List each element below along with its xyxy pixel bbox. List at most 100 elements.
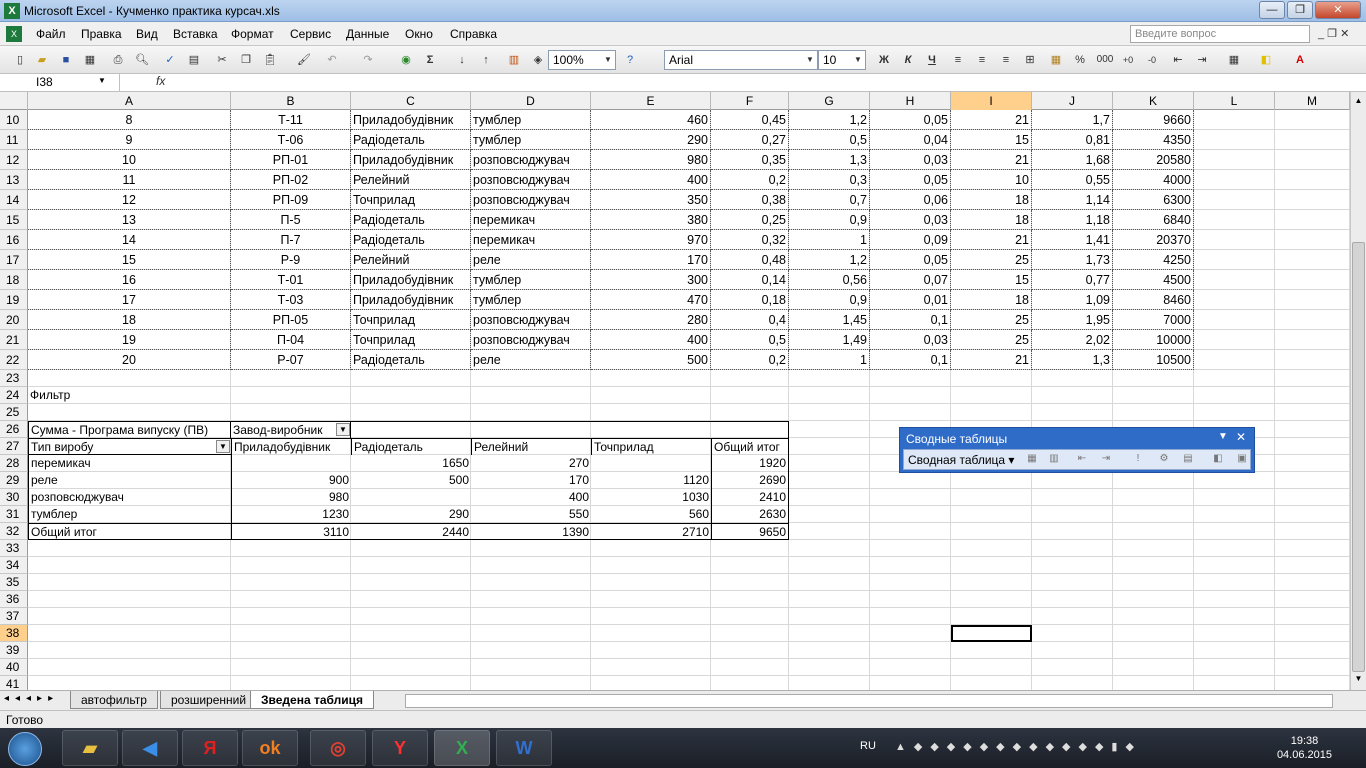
table-cell[interactable]: розповсюджувач bbox=[471, 310, 591, 330]
table-cell[interactable]: 19 bbox=[28, 330, 231, 350]
menu-view[interactable]: Вид bbox=[136, 27, 158, 41]
pivot-value-cell[interactable] bbox=[591, 455, 711, 472]
table-cell[interactable]: 460 bbox=[591, 110, 711, 130]
minimize-button[interactable]: — bbox=[1259, 1, 1285, 19]
table-cell[interactable]: 0,4 bbox=[711, 310, 789, 330]
pivot-value-cell[interactable]: 400 bbox=[471, 489, 591, 506]
table-cell[interactable]: 0,14 bbox=[711, 270, 789, 290]
table-cell[interactable]: Т-11 bbox=[231, 110, 351, 130]
table-cell[interactable]: 10000 bbox=[1113, 330, 1194, 350]
open-icon[interactable]: ▰ bbox=[34, 52, 50, 68]
table-cell[interactable]: 10 bbox=[951, 170, 1032, 190]
menu-window[interactable]: Окно bbox=[405, 27, 433, 41]
menu-help[interactable]: Справка bbox=[450, 27, 497, 41]
table-cell[interactable]: 0,06 bbox=[870, 190, 951, 210]
row-header-30[interactable]: 30 bbox=[0, 489, 28, 506]
table-cell[interactable]: 0,35 bbox=[711, 150, 789, 170]
table-cell[interactable]: РП-05 bbox=[231, 310, 351, 330]
table-cell[interactable]: 4350 bbox=[1113, 130, 1194, 150]
table-cell[interactable]: 20370 bbox=[1113, 230, 1194, 250]
table-cell[interactable]: тумблер bbox=[471, 270, 591, 290]
table-cell[interactable]: 980 bbox=[591, 150, 711, 170]
table-cell[interactable]: 970 bbox=[591, 230, 711, 250]
active-cell[interactable] bbox=[951, 625, 1032, 642]
table-cell[interactable]: 16 bbox=[28, 270, 231, 290]
table-cell[interactable]: 18 bbox=[951, 210, 1032, 230]
chart-wizard-icon[interactable]: ▥ bbox=[1046, 453, 1062, 468]
pivot-value-cell[interactable]: 2410 bbox=[711, 489, 789, 506]
table-cell[interactable]: тумблер bbox=[471, 110, 591, 130]
select-all-corner[interactable] bbox=[0, 92, 28, 110]
table-cell[interactable]: Приладобудівник bbox=[351, 150, 471, 170]
word-task[interactable]: W bbox=[496, 730, 552, 766]
row-header-14[interactable]: 14 bbox=[0, 190, 28, 210]
table-cell[interactable]: 9 bbox=[28, 130, 231, 150]
table-cell[interactable]: 15 bbox=[951, 270, 1032, 290]
pivot-value-cell[interactable]: 900 bbox=[231, 472, 351, 489]
table-cell[interactable]: 0,01 bbox=[870, 290, 951, 310]
table-cell[interactable]: Р-9 bbox=[231, 250, 351, 270]
chrome-task[interactable]: ◎ bbox=[310, 730, 366, 766]
row-header-10[interactable]: 10 bbox=[0, 110, 28, 130]
table-cell[interactable]: 0,27 bbox=[711, 130, 789, 150]
row-header-40[interactable]: 40 bbox=[0, 659, 28, 676]
table-cell[interactable]: 1,2 bbox=[789, 110, 870, 130]
row-header-13[interactable]: 13 bbox=[0, 170, 28, 190]
media-task[interactable]: ◀ bbox=[122, 730, 178, 766]
table-cell[interactable]: 25 bbox=[951, 330, 1032, 350]
table-cell[interactable]: 6300 bbox=[1113, 190, 1194, 210]
pivot-value-cell[interactable] bbox=[351, 489, 471, 506]
table-cell[interactable]: 8 bbox=[28, 110, 231, 130]
table-cell[interactable]: 13 bbox=[28, 210, 231, 230]
table-cell[interactable]: Т-06 bbox=[231, 130, 351, 150]
col-header-c[interactable]: C bbox=[351, 92, 471, 110]
table-cell[interactable]: Радіодеталь bbox=[351, 230, 471, 250]
align-center-icon[interactable]: ≡ bbox=[974, 52, 990, 68]
table-cell[interactable]: 0,38 bbox=[711, 190, 789, 210]
help-icon[interactable]: ? bbox=[622, 52, 638, 68]
row-header-36[interactable]: 36 bbox=[0, 591, 28, 608]
row-header-12[interactable]: 12 bbox=[0, 150, 28, 170]
align-left-icon[interactable]: ≡ bbox=[950, 52, 966, 68]
pivot-value-cell[interactable]: 290 bbox=[351, 506, 471, 523]
increase-indent-icon[interactable]: ⇥ bbox=[1194, 52, 1210, 68]
table-cell[interactable]: перемикач bbox=[471, 210, 591, 230]
table-cell[interactable]: 0,7 bbox=[789, 190, 870, 210]
table-cell[interactable]: Радіодеталь bbox=[351, 210, 471, 230]
always-display-icon[interactable]: ▣ bbox=[1234, 453, 1250, 468]
new-icon[interactable]: ▯ bbox=[12, 52, 28, 68]
table-cell[interactable]: 1,2 bbox=[789, 250, 870, 270]
field-settings-icon[interactable]: ⚙ bbox=[1156, 453, 1172, 468]
row-header-31[interactable]: 31 bbox=[0, 506, 28, 523]
row-header-24[interactable]: 24 bbox=[0, 387, 28, 404]
row-header-37[interactable]: 37 bbox=[0, 608, 28, 625]
field-list-icon[interactable]: ◧ bbox=[1210, 453, 1226, 468]
close-icon[interactable]: ✕ bbox=[1236, 430, 1246, 444]
excel-task[interactable]: X bbox=[434, 730, 490, 766]
pivot-value-cell[interactable]: 1230 bbox=[231, 506, 351, 523]
start-button[interactable] bbox=[8, 732, 42, 766]
underline-button[interactable]: Ч bbox=[924, 52, 940, 68]
print-icon[interactable]: ⎙ bbox=[110, 52, 126, 68]
permission-icon[interactable]: ▦ bbox=[82, 52, 98, 68]
table-cell[interactable]: 0,5 bbox=[789, 130, 870, 150]
table-cell[interactable]: 20580 bbox=[1113, 150, 1194, 170]
table-cell[interactable]: 25 bbox=[951, 310, 1032, 330]
hyperlink-icon[interactable]: ◉ bbox=[398, 52, 414, 68]
pivot-value-cell[interactable]: 2710 bbox=[591, 523, 711, 540]
table-cell[interactable]: 0,07 bbox=[870, 270, 951, 290]
table-cell[interactable]: Приладобудівник bbox=[351, 290, 471, 310]
col-header-i[interactable]: I bbox=[951, 92, 1032, 110]
cut-icon[interactable]: ✂ bbox=[214, 52, 230, 68]
table-cell[interactable]: 18 bbox=[951, 190, 1032, 210]
italic-button[interactable]: К bbox=[900, 52, 916, 68]
table-cell[interactable]: 10500 bbox=[1113, 350, 1194, 370]
table-cell[interactable]: П-5 bbox=[231, 210, 351, 230]
table-cell[interactable]: 290 bbox=[591, 130, 711, 150]
font-color-icon[interactable]: A bbox=[1292, 52, 1308, 68]
table-cell[interactable]: 300 bbox=[591, 270, 711, 290]
table-cell[interactable]: 1,49 bbox=[789, 330, 870, 350]
table-cell[interactable]: 0,9 bbox=[789, 290, 870, 310]
table-cell[interactable]: 25 bbox=[951, 250, 1032, 270]
pivot-value-cell[interactable]: 980 bbox=[231, 489, 351, 506]
